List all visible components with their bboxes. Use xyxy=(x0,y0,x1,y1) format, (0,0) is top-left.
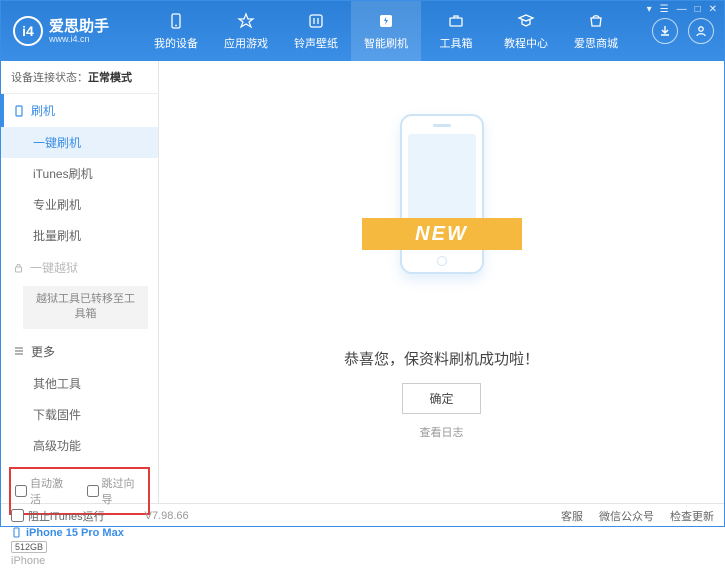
window-controls: ▾ ☰ — □ ✕ xyxy=(647,4,717,15)
lock-icon xyxy=(13,262,24,273)
main-content: NEW 恭喜您，保资料刷机成功啦！ 确定 查看日志 xyxy=(159,61,724,503)
auto-activate-checkbox[interactable]: 自动激活 xyxy=(15,475,73,507)
device-info[interactable]: iPhone 15 Pro Max 512GB iPhone xyxy=(1,521,158,573)
sidebar-item-oneclick-flash[interactable]: 一键刷机 xyxy=(1,127,158,158)
nav-label: 工具箱 xyxy=(440,35,473,51)
skip-guide-checkbox[interactable]: 跳过向导 xyxy=(87,475,145,507)
nav-my-device[interactable]: 我的设备 xyxy=(141,1,211,61)
app-url: www.i4.cn xyxy=(49,34,109,44)
version-label: V7.98.66 xyxy=(145,510,189,522)
list-icon xyxy=(13,345,25,357)
sidebar-item-pro-flash[interactable]: 专业刷机 xyxy=(1,189,158,220)
app-logo: i4 爱思助手 www.i4.cn xyxy=(1,16,141,46)
footer-update[interactable]: 检查更新 xyxy=(670,508,714,524)
top-nav: 我的设备 应用游戏 铃声壁纸 智能刷机 工具箱 教程中心 爱思商城 xyxy=(141,1,652,61)
menu-icon[interactable]: ☰ xyxy=(660,4,669,15)
nav-tutorial[interactable]: 教程中心 xyxy=(491,1,561,61)
nav-flash[interactable]: 智能刷机 xyxy=(351,1,421,61)
sidebar-item-download-firmware[interactable]: 下载固件 xyxy=(1,399,158,430)
nav-label: 爱思商城 xyxy=(574,35,618,51)
ringtone-icon xyxy=(306,11,326,31)
logo-icon: i4 xyxy=(13,16,43,46)
flash-icon xyxy=(376,11,396,31)
close-button[interactable]: ✕ xyxy=(709,4,717,15)
flash-small-icon xyxy=(13,105,25,117)
success-illustration: NEW xyxy=(372,104,512,334)
user-button[interactable] xyxy=(688,18,714,44)
footer-wechat[interactable]: 微信公众号 xyxy=(599,508,654,524)
nav-store[interactable]: 爱思商城 xyxy=(561,1,631,61)
block-itunes-checkbox[interactable]: 阻止iTunes运行 xyxy=(11,508,105,524)
sidebar-item-advanced[interactable]: 高级功能 xyxy=(1,430,158,461)
download-button[interactable] xyxy=(652,18,678,44)
titlebar: ▾ ☰ — □ ✕ i4 爱思助手 www.i4.cn 我的设备 应用游戏 铃声… xyxy=(1,1,724,61)
nav-label: 应用游戏 xyxy=(224,35,268,51)
sidebar-jailbreak-note[interactable]: 越狱工具已转移至工具箱 xyxy=(23,286,148,329)
sidebar-item-itunes-flash[interactable]: iTunes刷机 xyxy=(1,158,158,189)
apps-icon xyxy=(236,11,256,31)
store-icon xyxy=(586,11,606,31)
success-message: 恭喜您，保资料刷机成功啦！ xyxy=(344,348,539,369)
tutorial-icon xyxy=(516,11,536,31)
nav-label: 铃声壁纸 xyxy=(294,35,338,51)
device-storage-badge: 512GB xyxy=(11,541,47,553)
nav-label: 教程中心 xyxy=(504,35,548,51)
sidebar: 设备连接状态：正常模式 刷机 一键刷机 iTunes刷机 专业刷机 批量刷机 一… xyxy=(1,61,159,503)
minimize-button[interactable]: — xyxy=(677,4,687,15)
nav-toolbox[interactable]: 工具箱 xyxy=(421,1,491,61)
nav-label: 我的设备 xyxy=(154,35,198,51)
sidebar-flash-header[interactable]: 刷机 xyxy=(1,94,158,127)
device-icon xyxy=(166,11,186,31)
maximize-button[interactable]: □ xyxy=(695,4,701,15)
device-type: iPhone xyxy=(11,555,148,567)
footer-support[interactable]: 客服 xyxy=(561,508,583,524)
cart-icon[interactable]: ▾ xyxy=(647,4,652,15)
connection-status: 设备连接状态：正常模式 xyxy=(1,61,158,94)
nav-label: 智能刷机 xyxy=(364,35,408,51)
sidebar-jailbreak-header: 一键越狱 xyxy=(1,251,158,284)
sidebar-more-header[interactable]: 更多 xyxy=(1,335,158,368)
phone-small-icon xyxy=(11,527,22,538)
sidebar-item-batch-flash[interactable]: 批量刷机 xyxy=(1,220,158,251)
nav-ringtone[interactable]: 铃声壁纸 xyxy=(281,1,351,61)
view-log-link[interactable]: 查看日志 xyxy=(420,424,464,440)
toolbox-icon xyxy=(446,11,466,31)
nav-apps[interactable]: 应用游戏 xyxy=(211,1,281,61)
new-ribbon: NEW xyxy=(362,218,522,250)
sidebar-item-other-tools[interactable]: 其他工具 xyxy=(1,368,158,399)
app-name: 爱思助手 xyxy=(49,19,109,34)
title-right xyxy=(652,18,724,44)
ok-button[interactable]: 确定 xyxy=(402,383,480,414)
